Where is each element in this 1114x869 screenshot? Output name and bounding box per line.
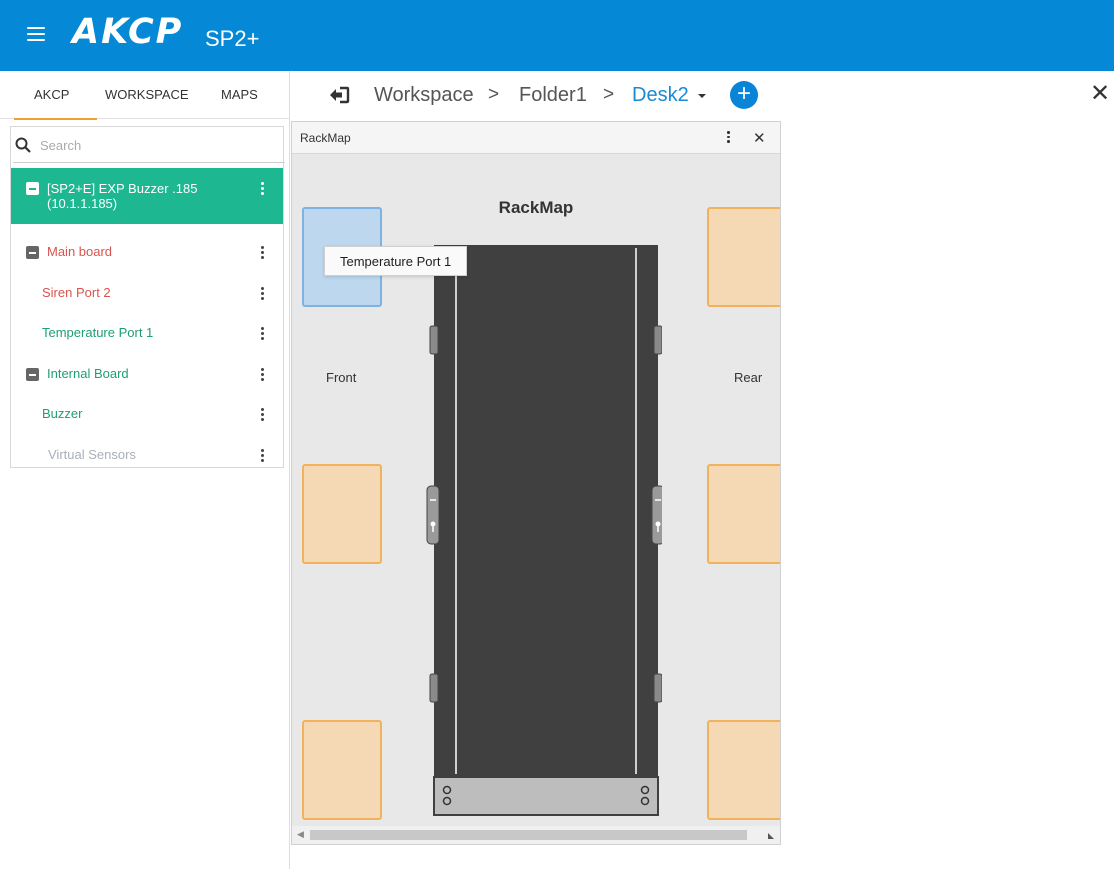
tree-root-device[interactable]: [SP2+E] EXP Buzzer .185 (10.1.1.185): [11, 168, 283, 224]
left-panel: AKCP WORKSPACE MAPS [SP2+E] EXP Buzzer .…: [0, 71, 290, 869]
collapse-icon[interactable]: [26, 368, 39, 381]
more-options-icon[interactable]: [261, 449, 265, 463]
breadcrumb-workspace[interactable]: Workspace: [374, 84, 474, 107]
resize-handle-icon[interactable]: [766, 830, 776, 840]
server-rack: [426, 245, 662, 816]
collapse-icon[interactable]: [26, 182, 39, 195]
tree-item-label: Internal Board: [47, 366, 129, 381]
breadcrumb-current-desk[interactable]: Desk2: [632, 84, 707, 107]
scroll-left-icon[interactable]: ◀: [297, 829, 304, 840]
collapse-icon[interactable]: [26, 246, 39, 259]
widget-title: RackMap: [300, 131, 351, 145]
breadcrumb-folder1[interactable]: Folder1: [519, 84, 587, 107]
more-options-icon[interactable]: [261, 246, 265, 260]
tree-item-label: Buzzer: [42, 406, 83, 421]
breadcrumb: Workspace > Folder1 > Desk2 + ✕: [290, 71, 1114, 119]
front-sensor-bottom[interactable]: [302, 720, 382, 820]
tree-item[interactable]: Main board: [11, 244, 283, 274]
more-options-icon[interactable]: [261, 182, 265, 196]
tree-item[interactable]: Siren Port 2: [11, 285, 283, 315]
rack-body: [434, 245, 658, 815]
tree-item[interactable]: Internal Board: [11, 366, 283, 396]
rack-hinge: [429, 673, 439, 703]
close-icon[interactable]: ✕: [1090, 82, 1110, 106]
app-header: AKCP SP2+: [0, 0, 1114, 71]
rear-sensor-bottom[interactable]: [707, 720, 780, 820]
more-options-icon[interactable]: [261, 287, 265, 301]
rack-hinge: [653, 673, 662, 703]
search-icon: [15, 137, 31, 153]
front-sensor-middle[interactable]: [302, 464, 382, 564]
rack-hinge: [429, 325, 439, 355]
tab-maps[interactable]: MAPS: [221, 71, 258, 119]
breadcrumb-separator: >: [603, 84, 615, 105]
widget-close-icon[interactable]: ✕: [753, 129, 766, 147]
hamburger-menu-icon[interactable]: [27, 27, 45, 41]
tree-item-label: Virtual Sensors: [48, 447, 136, 462]
tab-akcp[interactable]: AKCP: [13, 71, 99, 120]
rackmap-canvas: RackMap Front Rear Temperature Port 1: [292, 154, 780, 826]
search-bar: [13, 127, 285, 163]
device-label: [SP2+E] EXP Buzzer .185 (10.1.1.185): [47, 181, 198, 211]
exit-workspace-icon[interactable]: [328, 86, 350, 104]
rackmap-widget: RackMap ✕ RackMap Front Rear Temperature…: [291, 121, 781, 845]
brand-logo: AKCP: [72, 12, 184, 52]
sensor-tooltip: Temperature Port 1: [324, 246, 468, 276]
tree-item[interactable]: Temperature Port 1: [11, 325, 283, 355]
rack-door-handle-left: [426, 485, 440, 545]
tree-item-label: Siren Port 2: [42, 285, 111, 300]
rack-hinge: [653, 325, 662, 355]
product-name: SP2+: [205, 26, 260, 51]
widget-menu-icon[interactable]: [727, 131, 731, 145]
tree-item[interactable]: Buzzer: [11, 406, 283, 436]
widget-title-bar[interactable]: RackMap ✕: [292, 122, 780, 154]
rack-door-handle-right: [651, 485, 662, 545]
tree-item[interactable]: Virtual Sensors: [11, 447, 283, 477]
rear-label: Rear: [734, 370, 763, 385]
rack-base: [433, 776, 659, 816]
more-options-icon[interactable]: [261, 408, 265, 422]
more-options-icon[interactable]: [261, 368, 265, 382]
tree-item-label: Main board: [47, 244, 113, 259]
current-desk-label: Desk2: [632, 84, 689, 106]
tab-workspace[interactable]: WORKSPACE: [105, 71, 189, 119]
scrollbar-thumb[interactable]: [310, 830, 747, 840]
rear-sensor-top[interactable]: [707, 207, 780, 307]
tree-item-label: Temperature Port 1: [42, 325, 154, 340]
rear-sensor-middle[interactable]: [707, 464, 780, 564]
sensor-tree: [SP2+E] EXP Buzzer .185 (10.1.1.185) Mai…: [10, 126, 285, 468]
breadcrumb-separator: >: [488, 84, 500, 105]
add-widget-button[interactable]: +: [730, 81, 758, 109]
horizontal-scrollbar[interactable]: ◀: [292, 826, 780, 844]
caret-down-icon: [698, 93, 707, 98]
plus-icon: +: [736, 80, 751, 107]
search-input[interactable]: [40, 136, 260, 154]
more-options-icon[interactable]: [261, 327, 265, 341]
front-label: Front: [326, 370, 357, 385]
left-tabs: AKCP WORKSPACE MAPS: [0, 71, 289, 120]
